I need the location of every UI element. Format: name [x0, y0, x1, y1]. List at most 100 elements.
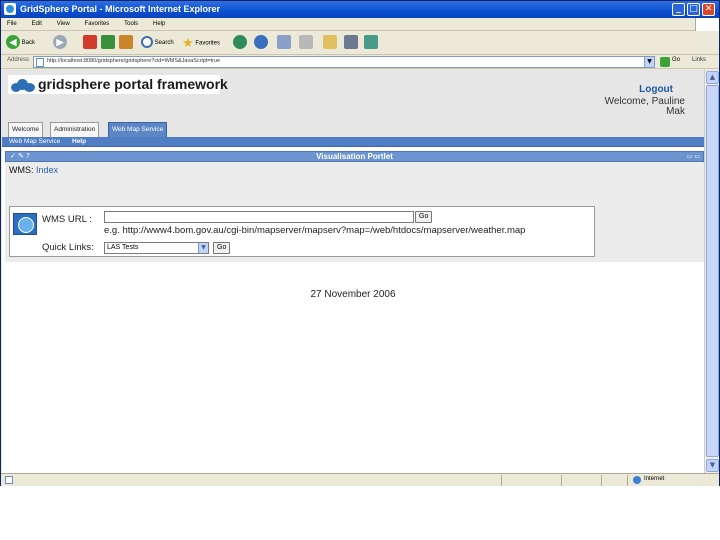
tab-web-map-service[interactable]: Web Map Service [108, 122, 168, 137]
subnav-help[interactable]: Help [72, 137, 86, 147]
mail-button[interactable] [277, 35, 291, 51]
standard-toolbar: ◀ Back ▶ Search ★ Favorites [1, 31, 719, 55]
home-icon [119, 35, 133, 50]
discuss-icon [344, 35, 358, 50]
address-input[interactable]: http://localhost:8080/gridsphere/gridsph… [33, 56, 655, 68]
status-bar: Internet [1, 473, 719, 486]
forward-arrow-icon: ▶ [53, 35, 67, 50]
quick-links-select[interactable]: LAS Tests ▼ [104, 242, 209, 254]
page-icon [36, 58, 44, 67]
ie-app-icon [4, 3, 16, 15]
wms-breadcrumb: WMS: Index [9, 165, 58, 175]
forward-button[interactable]: ▶ [53, 35, 67, 51]
stop-icon [83, 35, 97, 50]
favorites-button[interactable]: ★ Favorites [182, 35, 220, 51]
portlet-title: Visualisation Portlet [316, 152, 393, 161]
logout-link[interactable]: Logout [639, 84, 673, 95]
menu-view[interactable]: View [57, 18, 70, 31]
vertical-scrollbar[interactable]: ▲ ▼ [704, 70, 719, 473]
menu-bar: File Edit View Favorites Tools Help [1, 18, 719, 31]
stop-button[interactable] [83, 35, 97, 51]
refresh-icon [101, 35, 115, 50]
welcome-text: Welcome, Pauline Mak [604, 96, 685, 117]
edit-button[interactable] [323, 35, 337, 51]
search-icon [141, 36, 153, 49]
portal-tabs: Welcome Administration Web Map Service [2, 121, 704, 137]
history-button[interactable] [254, 35, 268, 51]
address-url: http://localhost:8080/gridsphere/gridsph… [47, 58, 221, 64]
tab-administration[interactable]: Administration [50, 122, 100, 137]
media-icon [233, 35, 247, 50]
window-title: GridSphere Portal - Microsoft Internet E… [20, 4, 221, 14]
cloud-logo-icon [11, 79, 36, 92]
security-zone: Internet [627, 475, 707, 486]
back-button[interactable]: ◀ Back [6, 35, 35, 51]
home-button[interactable] [119, 35, 133, 51]
portal-header: gridsphere portal framework Logout Welco… [2, 70, 704, 121]
title-bar[interactable]: GridSphere Portal - Microsoft Internet E… [1, 1, 719, 18]
menu-file[interactable]: File [7, 18, 17, 31]
browser-window: GridSphere Portal - Microsoft Internet E… [0, 0, 720, 486]
logo-text: gridsphere portal framework [38, 76, 228, 92]
scroll-down-icon[interactable]: ▼ [706, 459, 719, 472]
wms-go-button[interactable]: Go [415, 211, 433, 223]
status-divider [501, 475, 502, 486]
menu-tools[interactable]: Tools [124, 18, 138, 31]
favorites-label: Favorites [195, 40, 221, 47]
chevron-down-icon[interactable]: ▼ [198, 243, 208, 253]
zone-label: Internet [644, 476, 665, 482]
print-button[interactable] [299, 35, 313, 51]
wms-globe-icon [13, 213, 37, 235]
discuss-button[interactable] [344, 35, 358, 51]
menu-help[interactable]: Help [153, 18, 165, 31]
search-label: Search [154, 40, 174, 46]
media-button[interactable] [233, 35, 247, 51]
mail-icon [277, 35, 291, 50]
history-icon [254, 35, 268, 50]
wms-url-input[interactable] [104, 211, 414, 223]
portlet-title-bar: ✓ ✎ ? Visualisation Portlet ▭ ▭ [5, 151, 704, 162]
address-label: Address [7, 57, 30, 63]
close-button[interactable]: ✕ [702, 3, 715, 16]
portlet-window-icons[interactable]: ▭ ▭ [687, 153, 700, 160]
address-go-button[interactable]: Go [672, 57, 680, 63]
subnav-web-map-service[interactable]: Web Map Service [9, 137, 60, 147]
minimize-button[interactable]: _ [672, 3, 685, 16]
edit-icon [323, 35, 337, 50]
messenger-button[interactable] [364, 35, 378, 51]
index-link[interactable]: Index [36, 165, 58, 175]
status-divider [561, 475, 562, 486]
wms-form: WMS URL : Go e.g. http://www4.bom.gov.au… [9, 206, 595, 257]
quick-links-value: LAS Tests [107, 244, 139, 251]
menu-favorites[interactable]: Favorites [85, 18, 110, 31]
star-icon: ★ [182, 35, 194, 50]
quick-links-go-button[interactable]: Go [213, 242, 231, 254]
crumb-prefix: WMS: [9, 165, 36, 175]
tab-welcome[interactable]: Welcome [8, 122, 43, 137]
windows-logo [695, 18, 719, 31]
address-dropdown-icon[interactable]: ▼ [644, 57, 654, 67]
search-button[interactable]: Search [141, 35, 174, 51]
refresh-button[interactable] [101, 35, 115, 51]
back-label: Back [21, 40, 36, 46]
page-status-icon [5, 476, 13, 484]
wms-url-label: WMS URL : [42, 214, 92, 225]
gridsphere-logo: gridsphere portal framework [8, 75, 228, 94]
quick-links-label: Quick Links: [42, 242, 94, 253]
scroll-up-icon[interactable]: ▲ [706, 71, 719, 84]
go-arrow-icon[interactable] [660, 57, 670, 67]
back-arrow-icon: ◀ [6, 35, 20, 50]
print-icon [299, 35, 313, 50]
scroll-thumb[interactable] [706, 85, 719, 457]
internet-globe-icon [633, 476, 641, 484]
page-date: 27 November 2006 [310, 289, 396, 300]
sub-navigation: Web Map Service Help [2, 137, 704, 147]
menu-edit[interactable]: Edit [32, 18, 42, 31]
address-bar: Address http://localhost:8080/gridsphere… [1, 55, 719, 69]
status-divider [601, 475, 602, 486]
links-button[interactable]: Links [692, 57, 706, 63]
maximize-button[interactable]: □ [687, 3, 700, 16]
messenger-icon [364, 35, 378, 50]
wms-example-text: e.g. http://www4.bom.gov.au/cgi-bin/maps… [104, 225, 526, 236]
page-viewport: gridsphere portal framework Logout Welco… [2, 70, 704, 473]
